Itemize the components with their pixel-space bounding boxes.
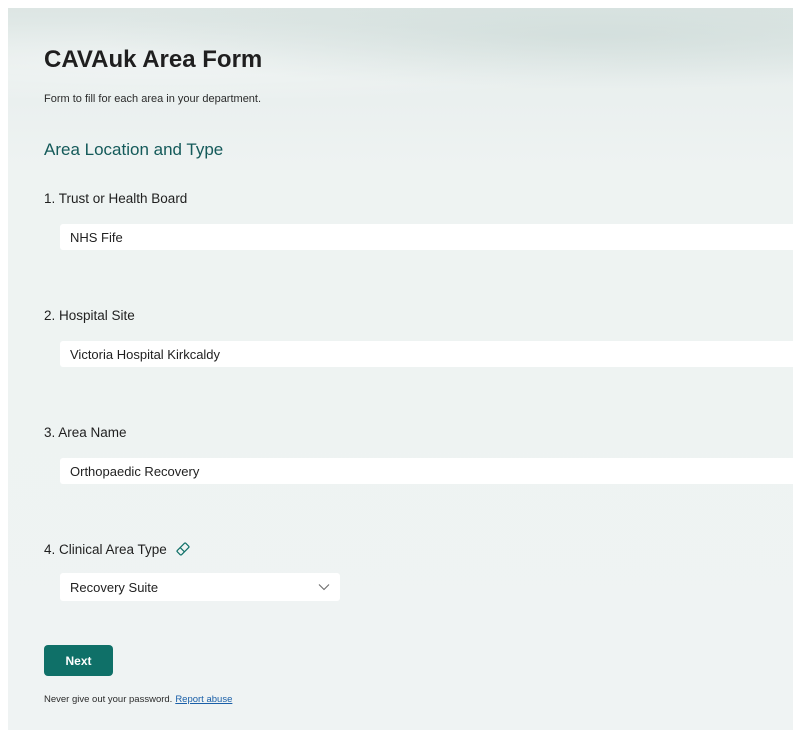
section-title: Area Location and Type [44, 140, 224, 159]
form-title: CAVAuk Area Form [44, 46, 263, 73]
trust-health-board-value: NHS Fife [70, 229, 123, 245]
clinical-area-type-value: Recovery Suite [70, 579, 159, 595]
hospital-site-field[interactable]: Victoria Hospital Kirkcaldy [60, 341, 793, 367]
question-2-label: 2. Hospital Site [44, 308, 135, 323]
report-abuse-link[interactable]: Report abuse [175, 694, 232, 705]
question-4-label: 4. Clinical Area Type [44, 541, 191, 557]
area-name-value: Orthopaedic Recovery [70, 463, 200, 479]
eraser-icon[interactable] [175, 541, 191, 557]
area-name-field[interactable]: Orthopaedic Recovery [60, 458, 793, 484]
chevron-down-graphic [318, 584, 330, 591]
question-2-text: 2. Hospital Site [44, 308, 135, 323]
form-panel: CAVAuk Area Form Form to fill for each a… [8, 8, 793, 730]
question-1-label: 1. Trust or Health Board [44, 191, 187, 206]
question-3-label: 3. Area Name [44, 425, 127, 440]
footer: Never give out your password. Report abus… [44, 694, 232, 705]
question-3-text: 3. Area Name [44, 425, 127, 440]
question-4-text: 4. Clinical Area Type [44, 541, 167, 557]
next-button[interactable]: Next [44, 645, 113, 676]
question-1-text: 1. Trust or Health Board [44, 191, 188, 206]
trust-health-board-field[interactable]: NHS Fife [60, 224, 793, 250]
eraser-icon-graphic [176, 542, 190, 556]
form-subtitle: Form to fill for each area in your depar… [44, 93, 262, 105]
chevron-down-icon [318, 581, 330, 593]
hospital-site-value: Victoria Hospital Kirkcaldy [70, 346, 221, 362]
footer-text: Never give out your password. [44, 694, 173, 705]
clinical-area-type-dropdown[interactable]: Recovery Suite [60, 573, 340, 601]
